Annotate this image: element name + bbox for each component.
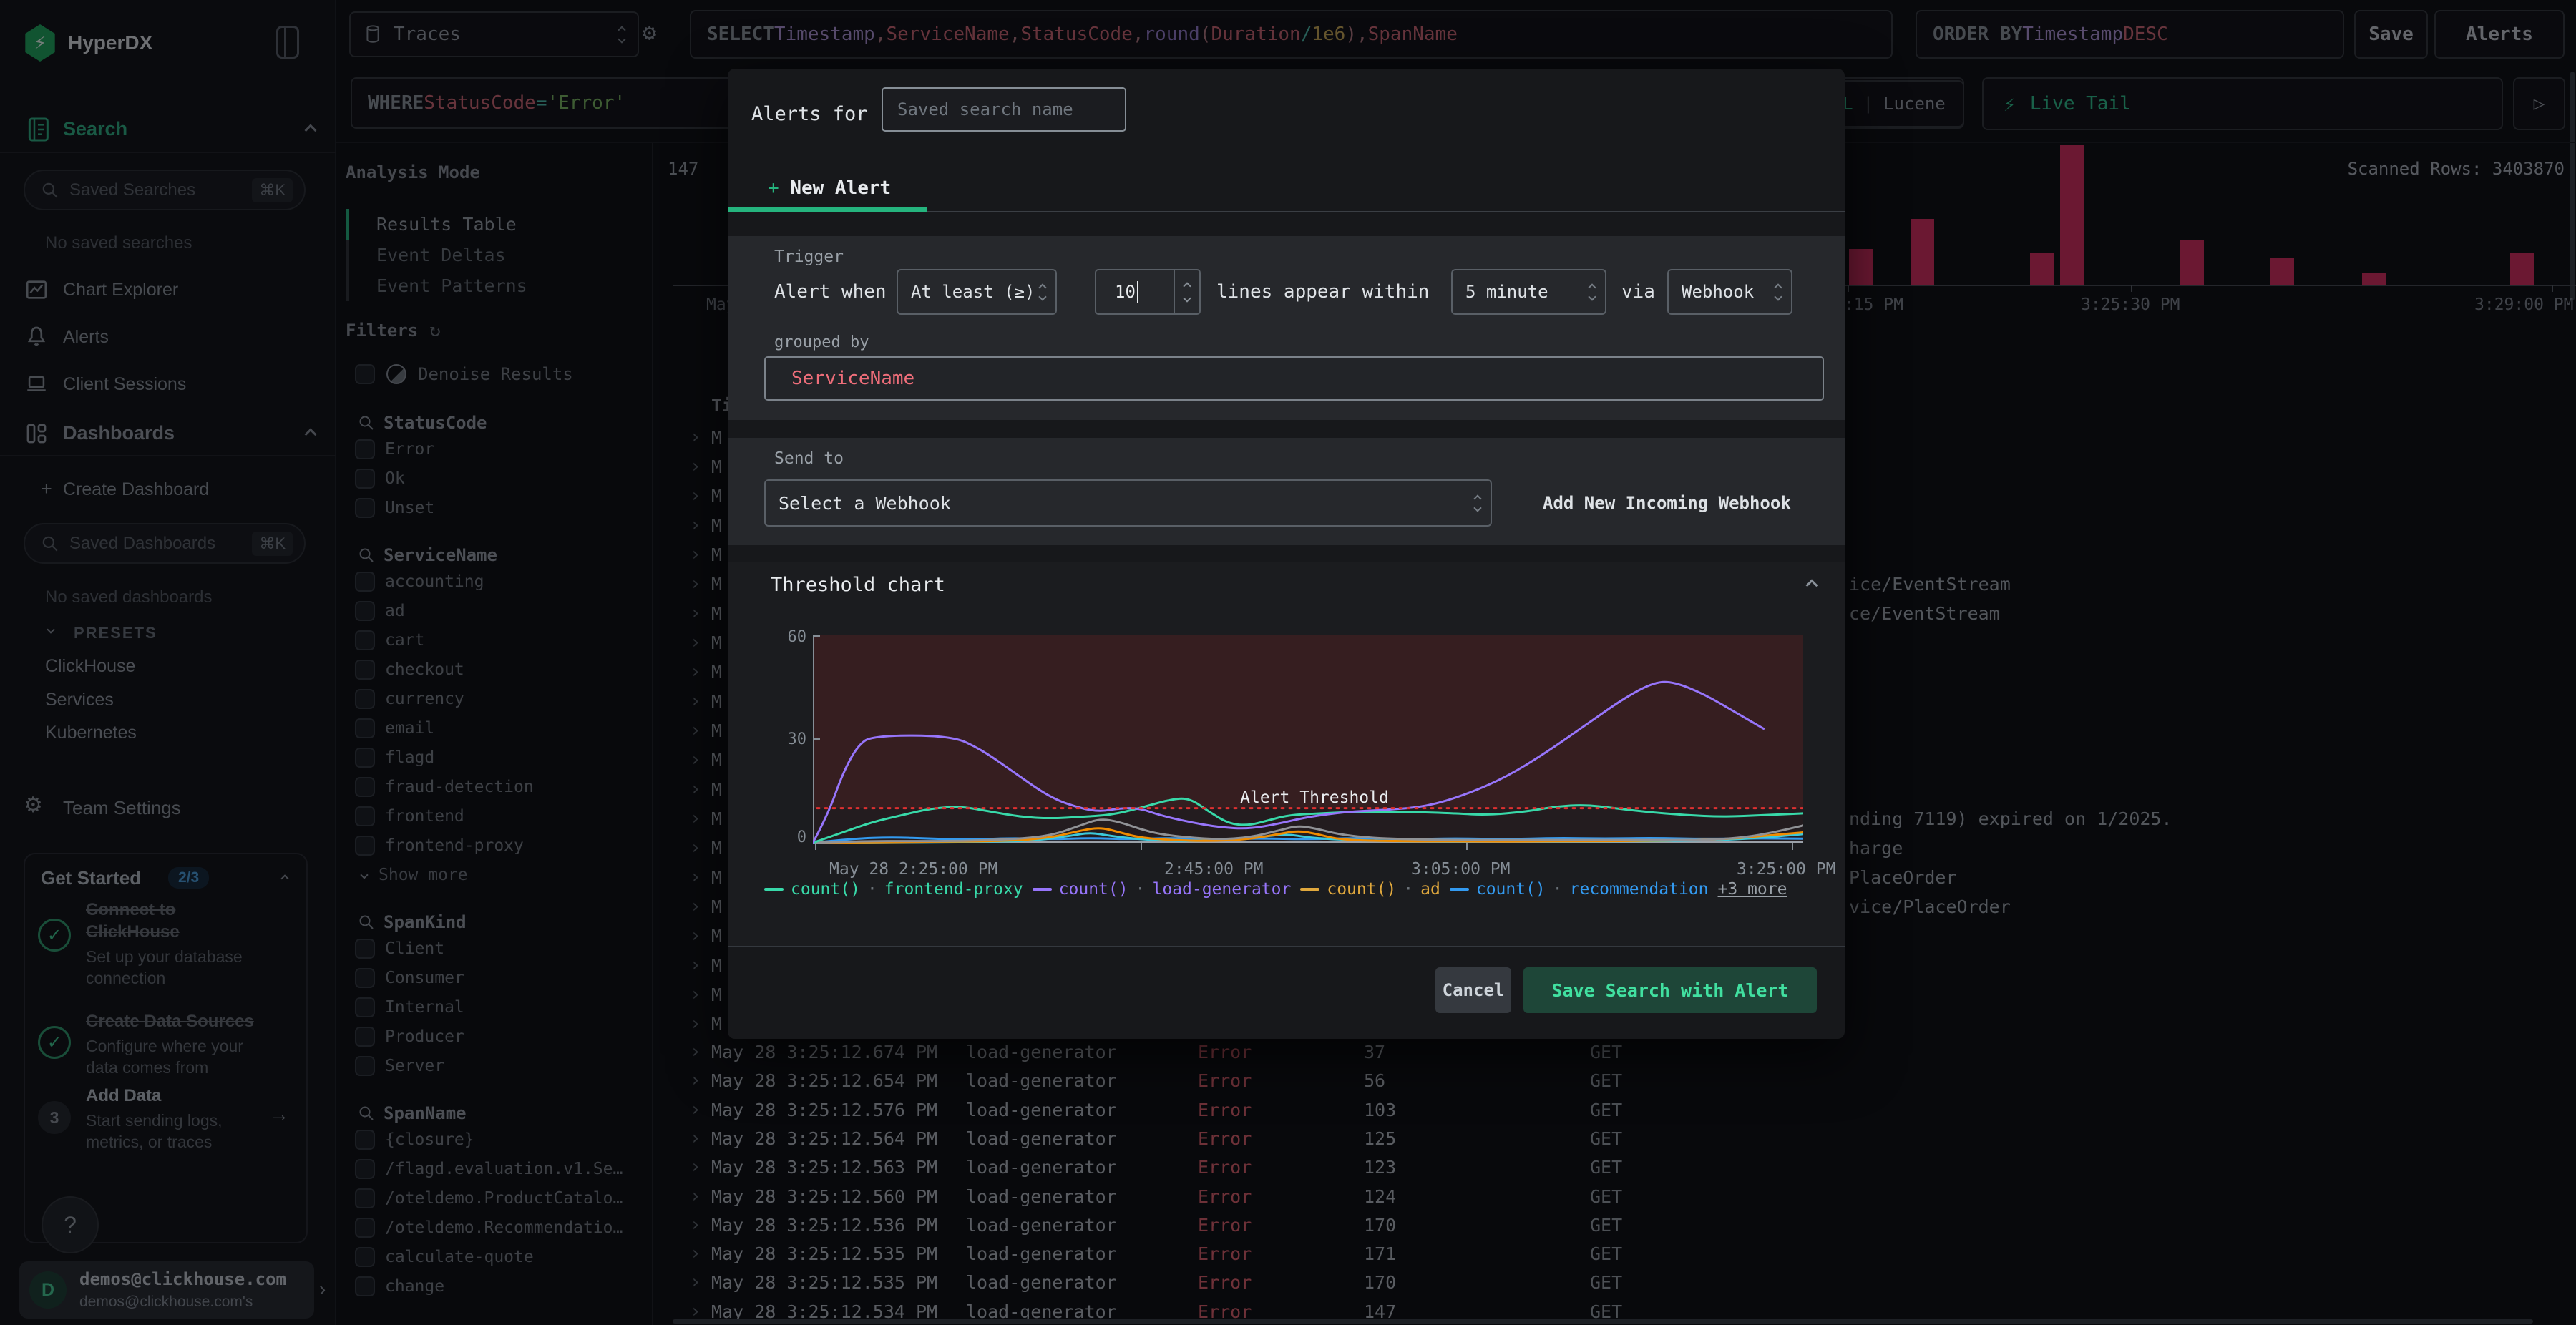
- plus-icon: +: [768, 177, 791, 199]
- select-chevrons-icon: [1473, 494, 1482, 512]
- webhook-select-value: Select a Webhook: [779, 492, 951, 514]
- legend-item[interactable]: count() · recommendation: [1449, 880, 1709, 899]
- legend-item[interactable]: count() · frontend-proxy: [764, 880, 1023, 899]
- grouped-by-input[interactable]: ServiceName: [764, 356, 1824, 401]
- alert-threshold-label: Alert Threshold: [1240, 788, 1389, 807]
- chart-x-tick: 3:05:00 PM: [1411, 860, 1511, 879]
- tab-new-alert[interactable]: + New Alert: [768, 177, 891, 199]
- name-placeholder: Saved search name: [897, 99, 1073, 119]
- legend-dash: [1032, 888, 1052, 891]
- save-search-with-alert-button[interactable]: Save Search with Alert: [1523, 967, 1817, 1013]
- add-webhook-button[interactable]: Add New Incoming Webhook: [1543, 479, 1791, 527]
- chart-x-tick: 3:25:00 PM: [1737, 860, 1836, 879]
- chart-legend: count() · frontend-proxy count() · load-gener…: [764, 880, 1818, 899]
- via-label: via: [1621, 281, 1655, 303]
- chart-x-tick: 2:45:00 PM: [1164, 860, 1264, 879]
- cancel-button[interactable]: Cancel: [1435, 967, 1511, 1013]
- modal-title: Alerts for: [751, 103, 868, 125]
- window-value: 5 minute: [1465, 282, 1548, 302]
- legend-dash: [1449, 888, 1469, 891]
- lines-appear-label: lines appear within: [1216, 281, 1430, 303]
- chart-x-tick: May 28 2:25:00 PM: [829, 860, 998, 879]
- channel-value: Webhook: [1682, 282, 1755, 302]
- legend-dash: [764, 888, 784, 891]
- threshold-chart: [811, 635, 1805, 851]
- legend-dash: [1300, 888, 1320, 891]
- y-tick-0: 0: [796, 828, 806, 846]
- grouped-by-value: ServiceName: [791, 368, 915, 389]
- alert-modal: Alerts for Saved search name + New Alert…: [728, 69, 1845, 1039]
- select-chevrons-icon: [1774, 283, 1782, 301]
- trigger-label: Trigger: [774, 248, 844, 266]
- number-spinner[interactable]: [1174, 270, 1199, 313]
- legend-item[interactable]: count() · load-generator: [1032, 880, 1291, 899]
- active-tab-indicator: [728, 207, 927, 212]
- condition-select[interactable]: At least (≥): [897, 269, 1057, 315]
- text-cursor: [1136, 281, 1138, 303]
- alert-when-label: Alert when: [774, 281, 887, 303]
- trigger-section: Trigger Alert when At least (≥) 10 lines…: [728, 236, 1845, 420]
- select-chevrons-icon: [1588, 283, 1596, 301]
- webhook-select[interactable]: Select a Webhook: [764, 479, 1492, 527]
- footer-divider: [728, 946, 1845, 947]
- window-select[interactable]: 5 minute: [1451, 269, 1606, 315]
- channel-select[interactable]: Webhook: [1667, 269, 1792, 315]
- threshold-value: 10: [1115, 282, 1136, 302]
- y-tick-30: 30: [787, 730, 807, 748]
- condition-value: At least (≥): [911, 282, 1035, 302]
- grouped-by-label: grouped by: [774, 333, 869, 351]
- saved-search-name-input[interactable]: Saved search name: [882, 87, 1126, 132]
- app-root: ⚡ HyperDX Search Saved Searches ⌘K No sa…: [0, 0, 2576, 1325]
- send-to-section: Send to Select a Webhook Add New Incomin…: [728, 438, 1845, 545]
- send-to-label: Send to: [774, 449, 844, 468]
- threshold-chart-title: Threshold chart: [771, 574, 945, 596]
- select-chevrons-icon: [1038, 283, 1047, 301]
- legend-item[interactable]: count() · ad: [1300, 880, 1440, 899]
- threshold-value-input[interactable]: 10: [1095, 269, 1201, 315]
- y-tick-60: 60: [787, 628, 807, 646]
- legend-more-button[interactable]: +3 more: [1718, 880, 1787, 899]
